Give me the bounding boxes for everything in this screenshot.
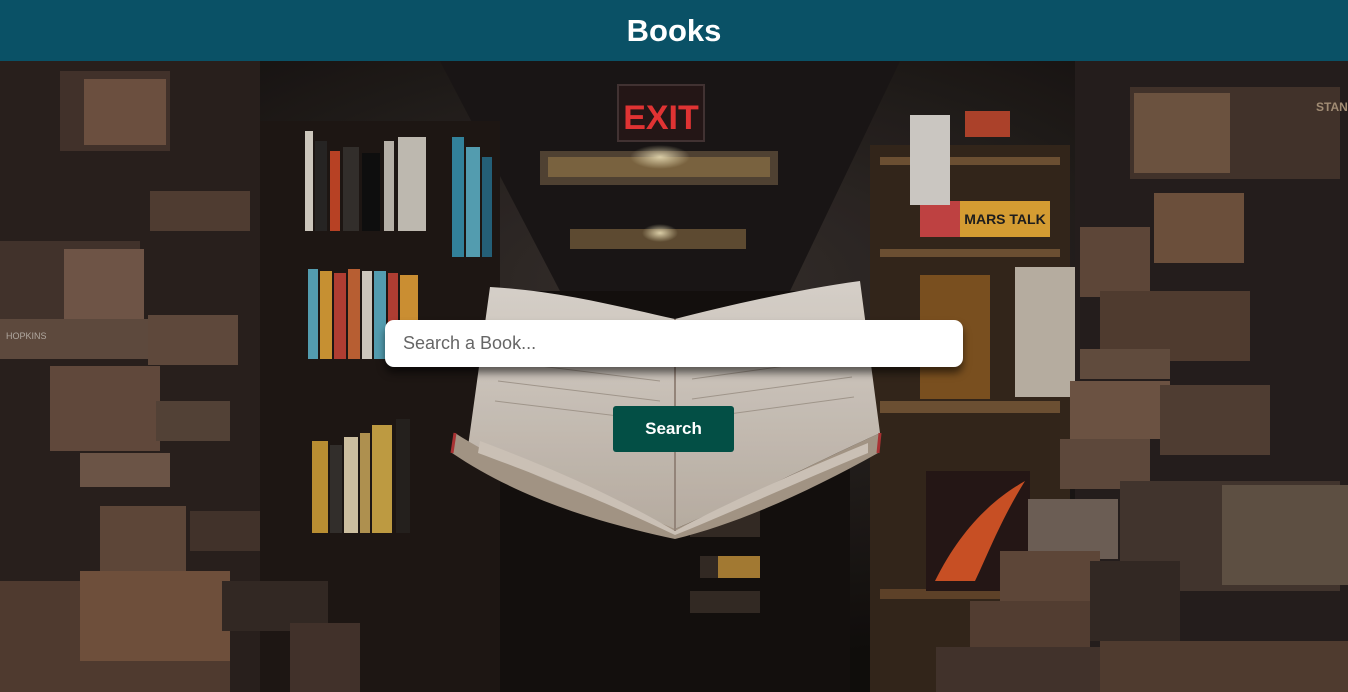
app-header: Books bbox=[0, 0, 1348, 61]
library-scene-image: EXIT MARS TALK HOPKINS STAN bbox=[0, 61, 1348, 692]
search-input[interactable] bbox=[385, 320, 963, 367]
page-title: Books bbox=[626, 12, 722, 48]
library-background: EXIT MARS TALK HOPKINS STAN bbox=[0, 61, 1348, 692]
search-button[interactable]: Search bbox=[613, 406, 734, 452]
